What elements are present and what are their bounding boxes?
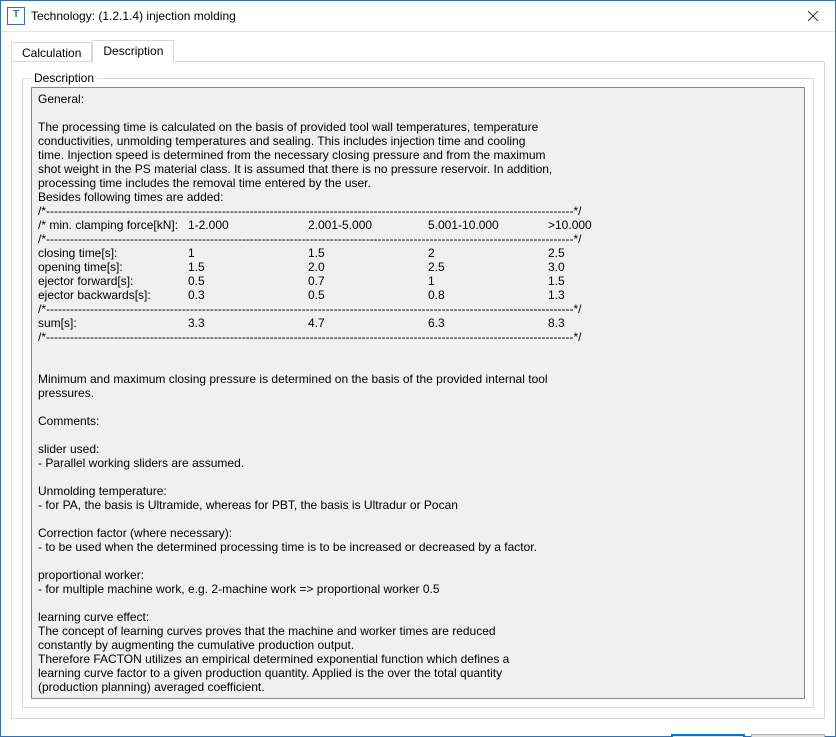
comments-heading: Comments:: [38, 414, 99, 428]
client-area: Calculation Description Description Gene…: [1, 32, 835, 729]
table-row: opening time[s]: 1.5 2.0 2.5 3.0: [38, 260, 638, 274]
correction-heading: Correction factor (where necessary):: [38, 526, 232, 540]
general-heading: General:: [38, 92, 84, 106]
close-button[interactable]: [790, 1, 835, 31]
th-label: /* min. clamping force[kN]:: [38, 218, 188, 232]
th-range1: 1-2.000: [188, 218, 308, 232]
cell: 0.5: [188, 274, 308, 288]
cell: 2: [428, 246, 548, 260]
rule-line: /*--------------------------------------…: [38, 330, 582, 344]
th-range2: 2.001-5.000: [308, 218, 428, 232]
cell: 3.0: [548, 260, 638, 274]
group-caption: Description: [31, 71, 97, 85]
unmolding-body: - for PA, the basis is Ultramide, wherea…: [38, 498, 458, 512]
cell: 1: [188, 246, 308, 260]
window-title: Technology: (1.2.1.4) injection molding: [31, 9, 790, 23]
close-icon: [808, 11, 818, 21]
table-row: ejector backwards[s]: 0.3 0.5 0.8 1.3: [38, 288, 638, 302]
cell: 0.8: [428, 288, 548, 302]
table-row: ejector forward[s]: 0.5 0.7 1 1.5: [38, 274, 638, 288]
cell: 2.5: [428, 260, 548, 274]
unmolding-heading: Unmolding temperature:: [38, 484, 167, 498]
intro-paragraph: The processing time is calculated on the…: [38, 120, 552, 204]
description-group: Description General: The processing time…: [22, 78, 814, 708]
cell: 4.7: [308, 316, 428, 330]
tab-body: Description General: The processing time…: [11, 61, 825, 719]
min-max-paragraph: Minimum and maximum closing pressure is …: [38, 372, 548, 400]
description-text: General: The processing time is calculat…: [31, 87, 805, 699]
app-icon: T: [7, 7, 25, 25]
slider-body: - Parallel working sliders are assumed.: [38, 456, 244, 470]
table-row-sum: sum[s]: 3.3 4.7 6.3 8.3: [38, 316, 638, 330]
cell: 2.5: [548, 246, 638, 260]
tab-description[interactable]: Description: [92, 40, 174, 62]
cell: 0.7: [308, 274, 428, 288]
table-row: closing time[s]: 1 1.5 2 2.5: [38, 246, 638, 260]
cell: 8.3: [548, 316, 638, 330]
th-range3: 5.001-10.000: [428, 218, 548, 232]
cell: 6.3: [428, 316, 548, 330]
cell: 1.5: [188, 260, 308, 274]
table-header: /* min. clamping force[kN]: 1-2.000 2.00…: [38, 218, 638, 232]
cell: ejector forward[s]:: [38, 274, 188, 288]
times-table-sum: sum[s]: 3.3 4.7 6.3 8.3: [38, 316, 638, 330]
cell: 0.3: [188, 288, 308, 302]
rule-line: /*--------------------------------------…: [38, 204, 582, 218]
th-range4: >10.000: [548, 218, 638, 232]
correction-body: - to be used when the determined process…: [38, 540, 537, 554]
cell: ejector backwards[s]:: [38, 288, 188, 302]
times-table-body: closing time[s]: 1 1.5 2 2.5 opening tim…: [38, 246, 638, 302]
cell: 1.3: [548, 288, 638, 302]
footer: ? Help OK Cancel: [1, 729, 835, 737]
learning-heading: learning curve effect:: [38, 610, 149, 624]
cell: 1: [428, 274, 548, 288]
slider-heading: slider used:: [38, 442, 99, 456]
cell: sum[s]:: [38, 316, 188, 330]
times-table: /* min. clamping force[kN]: 1-2.000 2.00…: [38, 218, 638, 232]
cell: 2.0: [308, 260, 428, 274]
tab-calculation[interactable]: Calculation: [11, 42, 92, 63]
cell: 1.5: [548, 274, 638, 288]
tabs: Calculation Description: [11, 40, 825, 62]
propworker-body: - for multiple machine work, e.g. 2-mach…: [38, 582, 440, 596]
cell: opening time[s]:: [38, 260, 188, 274]
titlebar: T Technology: (1.2.1.4) injection moldin…: [1, 1, 835, 32]
cell: closing time[s]:: [38, 246, 188, 260]
cell: 0.5: [308, 288, 428, 302]
learning-body: The concept of learning curves proves th…: [38, 624, 509, 694]
dialog-window: T Technology: (1.2.1.4) injection moldin…: [0, 0, 836, 737]
rule-line: /*--------------------------------------…: [38, 232, 582, 246]
cell: 3.3: [188, 316, 308, 330]
cell: 1.5: [308, 246, 428, 260]
propworker-heading: proportional worker:: [38, 568, 144, 582]
rule-line: /*--------------------------------------…: [38, 302, 582, 316]
